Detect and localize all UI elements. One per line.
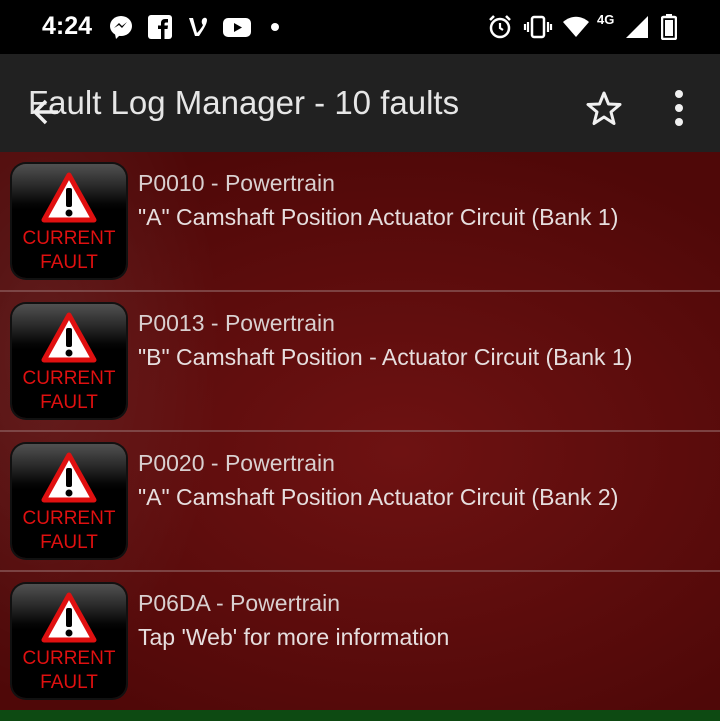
status-time: 4:24 (42, 12, 93, 40)
current-fault-badge: CURRENT FAULT (12, 444, 126, 558)
warning-triangle-icon (41, 312, 97, 363)
fault-row[interactable]: CURRENT FAULT P0013 - Powertrain "B" Cam… (0, 292, 720, 432)
fault-description: "A" Camshaft Position Actuator Circuit (… (138, 484, 619, 510)
badge-line2: FAULT (40, 672, 98, 693)
facebook-icon (148, 15, 172, 39)
messenger-icon (110, 16, 132, 39)
alarm-icon (489, 15, 511, 39)
badge-line2: FAULT (40, 392, 98, 413)
badge-line2: FAULT (40, 532, 98, 553)
battery-icon (661, 14, 677, 40)
bottom-strip (0, 710, 720, 721)
back-arrow-icon[interactable] (28, 94, 64, 130)
fault-list: CURRENT FAULT P0010 - Powertrain "A" Cam… (0, 152, 720, 721)
warning-triangle-icon (41, 172, 97, 223)
dot-icon (271, 23, 279, 31)
fault-code: P06DA - Powertrain (138, 590, 340, 616)
fault-code: P0020 - Powertrain (138, 450, 335, 476)
youtube-icon (223, 18, 251, 37)
vine-icon (189, 17, 207, 36)
fault-row[interactable]: CURRENT FAULT P0010 - Powertrain "A" Cam… (0, 152, 720, 292)
badge-line2: FAULT (40, 252, 98, 273)
fault-row[interactable]: CURRENT FAULT P06DA - Powertrain Tap 'We… (0, 572, 720, 712)
badge-line1: CURRENT (22, 368, 116, 389)
app-bar: Fault Log Manager - 10 faults (0, 54, 720, 152)
fault-code: P0010 - Powertrain (138, 170, 335, 196)
wifi-icon (563, 16, 589, 37)
warning-triangle-icon (41, 452, 97, 503)
fault-description: "B" Camshaft Position - Actuator Circuit… (138, 344, 633, 370)
signal-icon (626, 16, 648, 38)
current-fault-badge: CURRENT FAULT (12, 304, 126, 418)
fault-code: P0013 - Powertrain (138, 310, 335, 336)
current-fault-badge: CURRENT FAULT (12, 164, 126, 278)
star-icon[interactable] (585, 90, 623, 128)
fault-description: "A" Camshaft Position Actuator Circuit (… (138, 204, 619, 230)
vibrate-icon (523, 15, 553, 39)
app-title: Fault Log Manager - 10 faults (28, 84, 460, 121)
badge-line1: CURRENT (22, 228, 116, 249)
fault-description: Tap 'Web' for more information (138, 624, 450, 650)
badge-line1: CURRENT (22, 648, 116, 669)
network-4g-label: 4G (597, 12, 615, 27)
overflow-menu-icon[interactable] (668, 88, 690, 128)
current-fault-badge: CURRENT FAULT (12, 584, 126, 698)
fault-row[interactable]: CURRENT FAULT P0020 - Powertrain "A" Cam… (0, 432, 720, 572)
badge-line1: CURRENT (22, 508, 116, 529)
status-bar: 4:24 4G (0, 0, 720, 54)
warning-triangle-icon (41, 592, 97, 643)
